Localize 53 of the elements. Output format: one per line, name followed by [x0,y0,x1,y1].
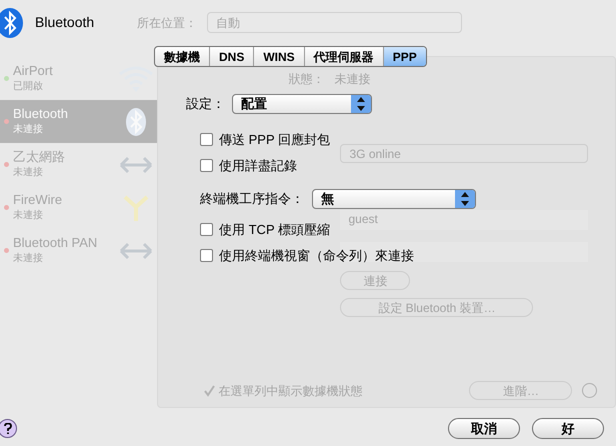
stepper-arrows-icon [455,190,475,208]
service-status: 未連接 [13,252,44,266]
checkbox-label: 在選單列中顯示數據機狀態 [218,382,362,400]
service-name: Bluetooth PAN [13,234,98,250]
dialog-button[interactable]: 取消 [448,418,520,438]
question-mark-icon [4,422,12,434]
service-status: 未連接 [13,208,44,222]
tab[interactable]: PPP [382,47,426,66]
faded-popup[interactable]: 3G online [340,144,588,163]
checkbox-label: 使用 TCP 標頭壓縮 [219,221,330,239]
dialog-button[interactable]: 好 [532,418,604,438]
checkbox[interactable] [200,133,213,146]
status-value: 未連接 [334,71,370,88]
settings-label: 設定： [186,95,225,114]
service-status: 未連接 [13,166,44,180]
window-title: Bluetooth [35,13,94,32]
checkbox[interactable] [200,158,213,172]
checkbox[interactable] [203,384,216,396]
checkbox[interactable] [200,223,213,236]
status-label: 狀態： [288,71,324,88]
service-item[interactable]: Bluetooth 未連接 [0,100,158,143]
tab[interactable]: 數據機 [155,47,209,66]
location-label: 所在位置： [137,14,198,32]
location-popup[interactable]: 自動 [207,12,462,33]
service-name: FireWire [13,192,64,208]
service-name: 乙太網路 [13,148,66,164]
faded-field[interactable]: guest [340,210,588,230]
service-name: Bluetooth [13,106,69,122]
advanced-button[interactable]: 進階… [469,381,572,400]
terminal-script-label: 終端機工序指令： [200,190,304,208]
checkmark-icon [203,384,216,396]
service-item[interactable]: FireWire 未連接 [0,186,158,229]
stepper-arrows-icon [351,95,371,113]
service-item[interactable]: AirPort 已開啟 [0,57,158,100]
setup-button[interactable]: 設定 Bluetooth 裝置… [340,298,534,317]
connect-button[interactable]: 連接 [340,271,410,290]
service-item[interactable]: Bluetooth PAN 未連接 [0,229,158,272]
checkbox-label: 使用終端機視窗（命令列）來連接 [219,246,414,264]
help-icon [582,383,598,398]
terminal-script-popup[interactable]: 無 [312,189,476,209]
wifi-icon [117,64,156,94]
service-name: AirPort [13,62,54,78]
service-status: 未連接 [13,122,44,136]
service-status: 已開啟 [13,80,44,94]
help-icon[interactable] [0,418,17,438]
tab[interactable]: WINS [253,47,304,66]
settings-popup[interactable]: 配置 [232,94,372,114]
tab[interactable]: DNS [209,47,254,66]
checkbox[interactable] [200,248,213,262]
service-item[interactable]: 乙太網路 未連接 [0,143,158,186]
bluetooth-icon [0,6,24,38]
checkbox-label: 使用詳盡記錄 [219,156,297,174]
checkbox-label: 傳送 PPP 回應封包 [219,131,330,149]
